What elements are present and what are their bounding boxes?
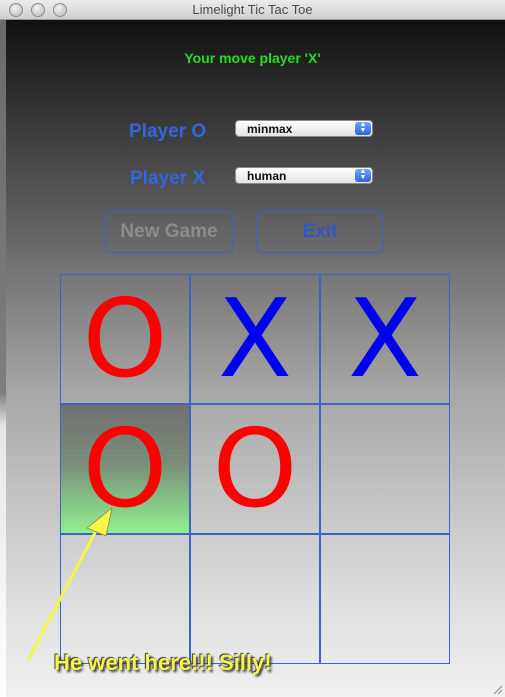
annotation-caption: He went here!!! Silly!	[54, 650, 272, 675]
annotation-arrow-icon	[26, 506, 113, 661]
resize-grip-icon[interactable]	[493, 685, 503, 695]
app-window: Limelight Tic Tac Toe Your move player '…	[0, 0, 505, 697]
